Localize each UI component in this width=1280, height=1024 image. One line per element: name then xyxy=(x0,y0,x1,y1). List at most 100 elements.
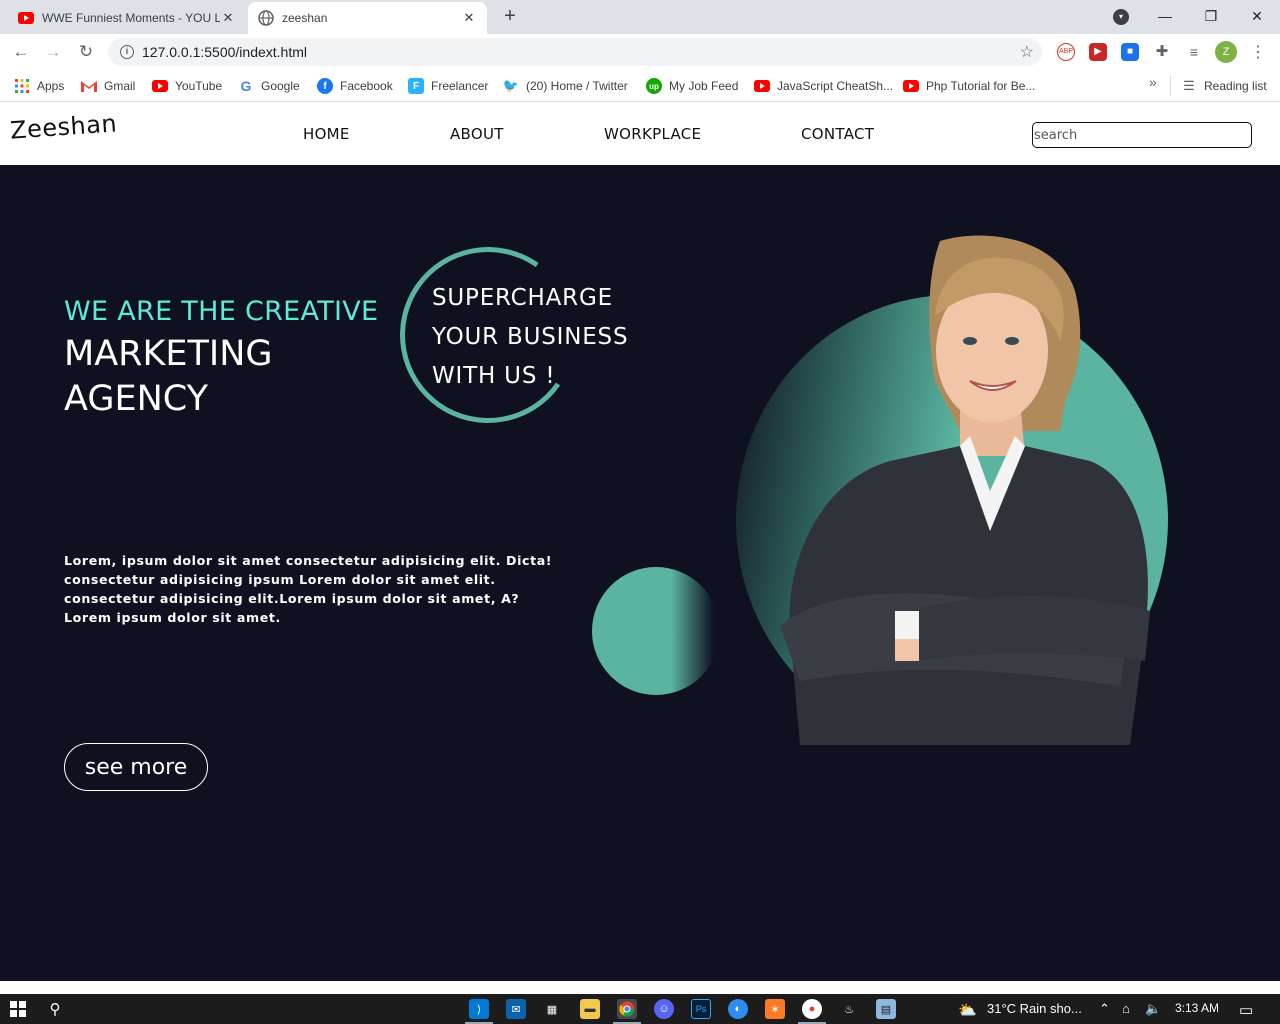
screen-recorder-icon[interactable]: ● xyxy=(802,999,822,1019)
show-hidden-icons-icon[interactable]: ⌃ xyxy=(1099,1001,1110,1017)
restore-button[interactable]: ❐ xyxy=(1188,0,1234,32)
close-tab-icon[interactable]: ✕ xyxy=(220,10,236,26)
notifications-icon[interactable]: ▭ xyxy=(1239,1001,1253,1019)
bookmark-label: Google xyxy=(261,79,300,93)
vscode-icon[interactable]: ⟩ xyxy=(469,999,489,1019)
address-bar[interactable]: i 127.0.0.1:5500/indext.html ☆ xyxy=(108,38,1042,66)
google-icon: G xyxy=(240,78,252,94)
site-header: Zeeshan HOME ABOUT WORKPLACE CONTACT xyxy=(0,103,1280,165)
upwork-icon: up xyxy=(646,78,662,94)
reading-list-icon: ☰ xyxy=(1183,78,1195,93)
url-text: 127.0.0.1:5500/indext.html xyxy=(142,44,308,60)
windows-start-icon[interactable] xyxy=(8,999,28,1019)
bookmark-youtube[interactable]: YouTube xyxy=(152,76,222,96)
hero-tagline: WE ARE THE CREATIVE xyxy=(64,296,379,327)
windows-taskbar: ⚲ ⟩ ✉ ▦ ▬ ☺ Ps ◐ ✶ ● ♨ ▤ ⛅ 31°C Rain sho… xyxy=(0,994,1280,1024)
bookmark-label: My Job Feed xyxy=(669,79,739,93)
app-icon-2[interactable]: ♨ xyxy=(839,999,859,1019)
slogan-line: YOUR BUSINESS xyxy=(432,324,629,350)
freelancer-icon: F xyxy=(408,78,424,94)
window-controls: — ❐ ✕ xyxy=(1142,0,1280,32)
search-icon[interactable]: ⚲ xyxy=(45,999,65,1019)
bookmark-label: Facebook xyxy=(340,79,393,93)
decorative-small-circle xyxy=(592,567,720,695)
tab-title: zeeshan xyxy=(282,11,328,25)
nav-workplace[interactable]: WORKPLACE xyxy=(604,125,701,143)
adblock-extension-icon[interactable]: ABP xyxy=(1057,43,1075,61)
tab-search-icon[interactable]: ▾ xyxy=(1113,9,1129,25)
bookmark-star-icon[interactable]: ☆ xyxy=(1020,42,1034,62)
store-icon[interactable]: ▦ xyxy=(542,999,562,1019)
browser-tab-strip: WWE Funniest Moments - YOU L ✕ zeeshan ✕… xyxy=(0,0,1280,34)
nav-about[interactable]: ABOUT xyxy=(450,125,504,143)
bookmark-google[interactable]: G Google xyxy=(238,76,300,96)
new-tab-button[interactable]: + xyxy=(500,6,520,26)
slogan-line: SUPERCHARGE xyxy=(432,285,613,311)
chrome-icon[interactable] xyxy=(617,999,637,1019)
hero-description: Lorem, ipsum dolor sit amet consectetur … xyxy=(64,553,553,625)
reading-list-button[interactable]: ☰ Reading list xyxy=(1181,76,1267,96)
hero-section: WE ARE THE CREATIVE MARKETING AGENCY SUP… xyxy=(0,165,1280,981)
back-icon[interactable]: ← xyxy=(10,41,32,63)
browser-menu-icon[interactable]: ⋮ xyxy=(1250,42,1266,62)
xampp-icon[interactable]: ✶ xyxy=(765,999,785,1019)
discord-icon[interactable]: ☺ xyxy=(654,999,674,1019)
bookmark-label: Apps xyxy=(37,79,65,93)
bookmark-apps[interactable]: Apps xyxy=(14,76,64,96)
youtube-icon xyxy=(18,10,34,26)
photoshop-icon[interactable]: Ps xyxy=(691,999,711,1019)
bookmarks-divider xyxy=(1170,76,1171,96)
puzzle-extension-icon[interactable]: ■ xyxy=(1121,43,1139,61)
bookmark-label: JavaScript CheatSh... xyxy=(777,79,894,93)
volume-icon[interactable]: 🔈 xyxy=(1145,1001,1161,1017)
notepad-icon[interactable]: ▤ xyxy=(876,999,896,1019)
bookmark-facebook[interactable]: f Facebook xyxy=(317,76,393,96)
extensions-icon[interactable]: ✚ xyxy=(1153,43,1171,61)
bookmark-label: YouTube xyxy=(175,79,223,93)
forward-icon[interactable]: → xyxy=(42,41,64,63)
apps-grid-icon xyxy=(14,78,30,94)
reading-list-label: Reading list xyxy=(1204,79,1267,93)
nav-contact[interactable]: CONTACT xyxy=(801,125,874,143)
bookmark-freelancer[interactable]: F Freelancer xyxy=(408,76,488,96)
bookmark-javascript-cheatsheet[interactable]: JavaScript CheatSh... xyxy=(754,76,893,96)
bookmark-twitter[interactable]: 🐦 (20) Home / Twitter xyxy=(503,76,628,96)
reload-icon[interactable]: ↻ xyxy=(75,41,97,63)
globe-icon xyxy=(258,10,274,26)
businesswoman-photo xyxy=(780,235,1150,745)
see-more-button[interactable]: see more xyxy=(64,743,208,791)
close-window-button[interactable]: ✕ xyxy=(1234,0,1280,32)
minimize-button[interactable]: — xyxy=(1142,0,1188,32)
bookmark-label: (20) Home / Twitter xyxy=(526,79,628,93)
video-extension-icon[interactable]: ▶ xyxy=(1089,43,1107,61)
bookmark-label: Freelancer xyxy=(431,79,489,93)
bookmark-php-tutorial[interactable]: Php Tutorial for Be... xyxy=(903,76,1035,96)
mail-icon[interactable]: ✉ xyxy=(506,999,526,1019)
nav-home[interactable]: HOME xyxy=(303,125,350,143)
facebook-icon: f xyxy=(317,78,333,94)
page-bottom-gap xyxy=(0,981,1280,994)
site-search-input[interactable] xyxy=(1032,122,1252,148)
hero-slogan: SUPERCHARGE YOUR BUSINESS WITH US ! xyxy=(432,279,628,396)
file-explorer-icon[interactable]: ▬ xyxy=(580,999,600,1019)
site-logo[interactable]: Zeeshan xyxy=(9,109,118,144)
app-icon[interactable]: ◐ xyxy=(728,999,748,1019)
site-info-icon[interactable]: i xyxy=(120,45,134,59)
browser-tab-zeeshan[interactable]: zeeshan ✕ xyxy=(248,2,487,34)
profile-avatar[interactable]: Z xyxy=(1215,41,1237,63)
slogan-line: WITH US ! xyxy=(432,363,556,389)
bookmarks-overflow-button[interactable]: » xyxy=(1149,74,1157,90)
bookmark-gmail[interactable]: Gmail xyxy=(81,76,135,96)
close-tab-icon[interactable]: ✕ xyxy=(461,10,477,26)
network-icon[interactable]: ⌂ xyxy=(1122,1001,1130,1016)
youtube-icon xyxy=(754,78,770,94)
twitter-icon: 🐦 xyxy=(502,78,520,93)
bookmark-job-feed[interactable]: up My Job Feed xyxy=(646,76,738,96)
media-controls-icon[interactable]: ≡ xyxy=(1185,43,1203,61)
bookmark-label: Gmail xyxy=(104,79,136,93)
browser-tab-wwe[interactable]: WWE Funniest Moments - YOU L ✕ xyxy=(8,2,246,34)
youtube-icon xyxy=(152,78,168,94)
clock[interactable]: 3:13 AM xyxy=(1175,1001,1219,1015)
weather-text[interactable]: 31°C Rain sho... xyxy=(987,1001,1082,1016)
weather-icon[interactable]: ⛅ xyxy=(958,1001,977,1019)
